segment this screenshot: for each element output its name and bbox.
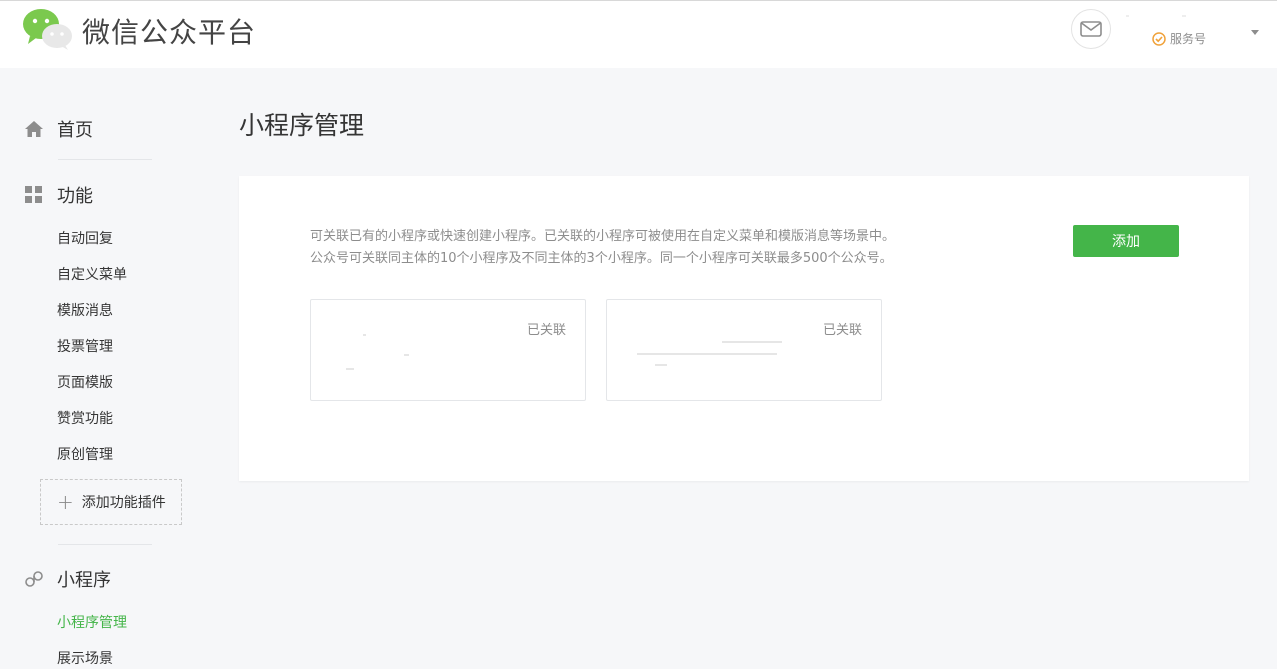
- redacted-text: [722, 341, 782, 343]
- redacted-text: [404, 354, 409, 356]
- add-button[interactable]: 添加: [1073, 225, 1179, 257]
- account-type: 服务号: [1152, 30, 1206, 47]
- brand-title: 微信公众平台: [82, 16, 257, 49]
- top-header: 微信公众平台 服务号: [0, 0, 1277, 68]
- redacted-text: [637, 353, 777, 355]
- sidebar-item-miniprogram-management[interactable]: 小程序管理: [57, 612, 127, 632]
- mail-icon: [1080, 21, 1102, 37]
- account-avatar: [1126, 15, 1186, 17]
- miniprogram-card[interactable]: 已关联: [310, 299, 586, 401]
- account-type-label: 服务号: [1170, 32, 1207, 46]
- sidebar: 首页 功能 自动回复 自定义菜单 模版消息 投票管理 页面模版 赞赏功能 原创管…: [0, 68, 200, 669]
- content-panel: 可关联已有的小程序或快速创建小程序。已关联的小程序可被使用在自定义菜单和模版消息…: [239, 176, 1249, 481]
- sidebar-item-custom-menu[interactable]: 自定义菜单: [57, 264, 127, 284]
- account-name[interactable]: [1124, 9, 1204, 25]
- sidebar-item-reward[interactable]: 赞赏功能: [57, 408, 113, 428]
- caret-down-icon: [1251, 30, 1259, 35]
- redacted-text: [363, 334, 366, 336]
- sidebar-item-vote-management[interactable]: 投票管理: [57, 336, 113, 356]
- sidebar-item-display-scenes[interactable]: 展示场景: [57, 648, 113, 668]
- sidebar-group-label: 功能: [57, 186, 93, 207]
- sidebar-item-home[interactable]: 首页: [24, 116, 93, 142]
- description-line: 可关联已有的小程序或快速创建小程序。已关联的小程序可被使用在自定义菜单和模版消息…: [310, 229, 896, 244]
- sidebar-group-label: 小程序: [57, 570, 111, 591]
- sidebar-item-page-template[interactable]: 页面模版: [57, 372, 113, 392]
- sidebar-item-label: 首页: [57, 120, 93, 141]
- sidebar-item-template-message[interactable]: 模版消息: [57, 300, 113, 320]
- wechat-logo-icon[interactable]: [22, 7, 74, 51]
- sidebar-group-features[interactable]: 功能: [24, 182, 93, 208]
- account-dropdown[interactable]: [1251, 20, 1259, 39]
- divider: [58, 159, 152, 160]
- redacted-text: [655, 364, 667, 366]
- page-title: 小程序管理: [239, 111, 365, 140]
- status-label: 已关联: [526, 323, 566, 338]
- miniprogram-icon: [24, 569, 44, 589]
- description-line: 公众号可关联同主体的10个小程序及不同主体的3个小程序。同一个小程序可关联最多5…: [310, 251, 893, 266]
- plus-icon: +: [57, 490, 74, 514]
- verified-icon: [1152, 31, 1166, 46]
- sidebar-item-original[interactable]: 原创管理: [57, 444, 113, 464]
- miniprogram-card[interactable]: 已关联: [606, 299, 882, 401]
- add-plugin-button[interactable]: + 添加功能插件: [40, 479, 182, 525]
- grid-icon: [24, 185, 44, 205]
- home-icon: [24, 119, 44, 139]
- description: 可关联已有的小程序或快速创建小程序。已关联的小程序可被使用在自定义菜单和模版消息…: [310, 226, 895, 270]
- status-label: 已关联: [822, 323, 862, 338]
- divider: [58, 544, 152, 545]
- add-plugin-label: 添加功能插件: [81, 495, 166, 511]
- sidebar-group-miniprogram[interactable]: 小程序: [24, 566, 111, 592]
- message-button[interactable]: [1071, 9, 1111, 49]
- redacted-text: [346, 368, 354, 370]
- sidebar-item-auto-reply[interactable]: 自动回复: [57, 228, 113, 248]
